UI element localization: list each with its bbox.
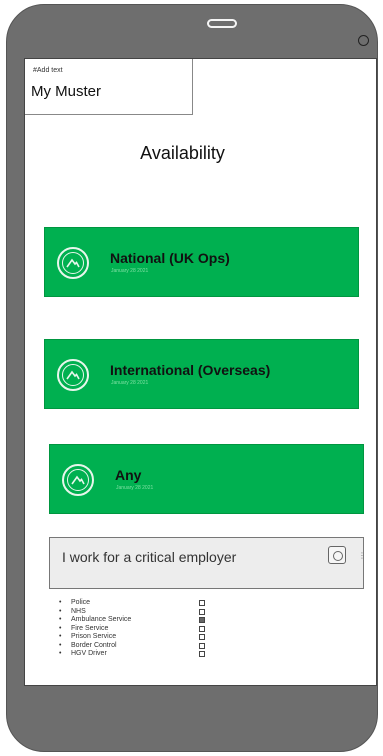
availability-card-any[interactable]: Any January 28 2021 [49, 444, 364, 514]
list-item: • Prison Service [59, 633, 259, 642]
critical-employer-toggle[interactable]: I work for a critical employer [49, 537, 364, 589]
employer-name: Prison Service [71, 633, 117, 640]
employer-checkbox[interactable] [199, 600, 205, 606]
list-item: • NHS [59, 608, 259, 617]
bullet-icon: • [59, 641, 62, 649]
toggle-icon[interactable] [328, 546, 346, 564]
page-title: Availability [140, 143, 225, 163]
list-item: • HGV Driver [59, 650, 259, 659]
list-item: • Police [59, 599, 259, 608]
bullet-icon: • [59, 599, 62, 606]
card-label: Any [115, 467, 142, 483]
employer-checkbox[interactable] [199, 642, 205, 649]
employer-name: NHS [71, 607, 86, 615]
employer-checkbox[interactable] [199, 617, 205, 623]
more-icon: ⋮ [358, 551, 366, 560]
employer-checkbox[interactable] [199, 608, 205, 615]
employer-checkbox[interactable] [199, 634, 205, 640]
employer-name: HGV Driver [71, 650, 107, 657]
list-item: • Ambulance Service [59, 616, 259, 625]
critical-employer-label: I work for a critical employer [62, 549, 237, 565]
employer-name: Ambulance Service [71, 616, 132, 623]
employer-list: • Police • NHS • Ambulance Service • Fir… [59, 599, 259, 659]
card-label: National (UK Ops) [110, 250, 230, 266]
phone-screen: #Add text My Muster Availability Nationa… [24, 58, 377, 686]
employer-checkbox[interactable] [199, 651, 205, 657]
bullet-icon: • [59, 624, 62, 632]
bullet-icon: • [59, 607, 62, 615]
mountain-icon [57, 359, 89, 391]
add-text-box[interactable]: #Add text My Muster [25, 59, 193, 115]
availability-card-national[interactable]: National (UK Ops) January 28 2021 [44, 227, 359, 297]
availability-card-international[interactable]: International (Overseas) January 28 2021 [44, 339, 359, 409]
add-text-hint: #Add text [33, 67, 63, 74]
camera-icon [358, 35, 369, 46]
bullet-icon: • [59, 633, 62, 640]
card-date: January 28 2021 [111, 380, 149, 386]
list-item: • Border Control [59, 642, 259, 651]
employer-name: Border Control [71, 641, 117, 649]
employer-name: Fire Service [71, 624, 109, 632]
employer-checkbox[interactable] [199, 625, 205, 632]
mountain-icon [57, 247, 89, 279]
employer-name: Police [71, 599, 91, 606]
card-date: January 28 2021 [116, 485, 154, 491]
bullet-icon: • [59, 650, 62, 657]
bullet-icon: • [59, 616, 62, 623]
list-item: • Fire Service [59, 625, 259, 634]
app-title: My Muster [31, 83, 102, 100]
card-date: January 28 2021 [111, 268, 149, 274]
speaker-icon [207, 19, 237, 28]
mountain-icon [62, 464, 94, 496]
card-label: International (Overseas) [110, 362, 271, 378]
